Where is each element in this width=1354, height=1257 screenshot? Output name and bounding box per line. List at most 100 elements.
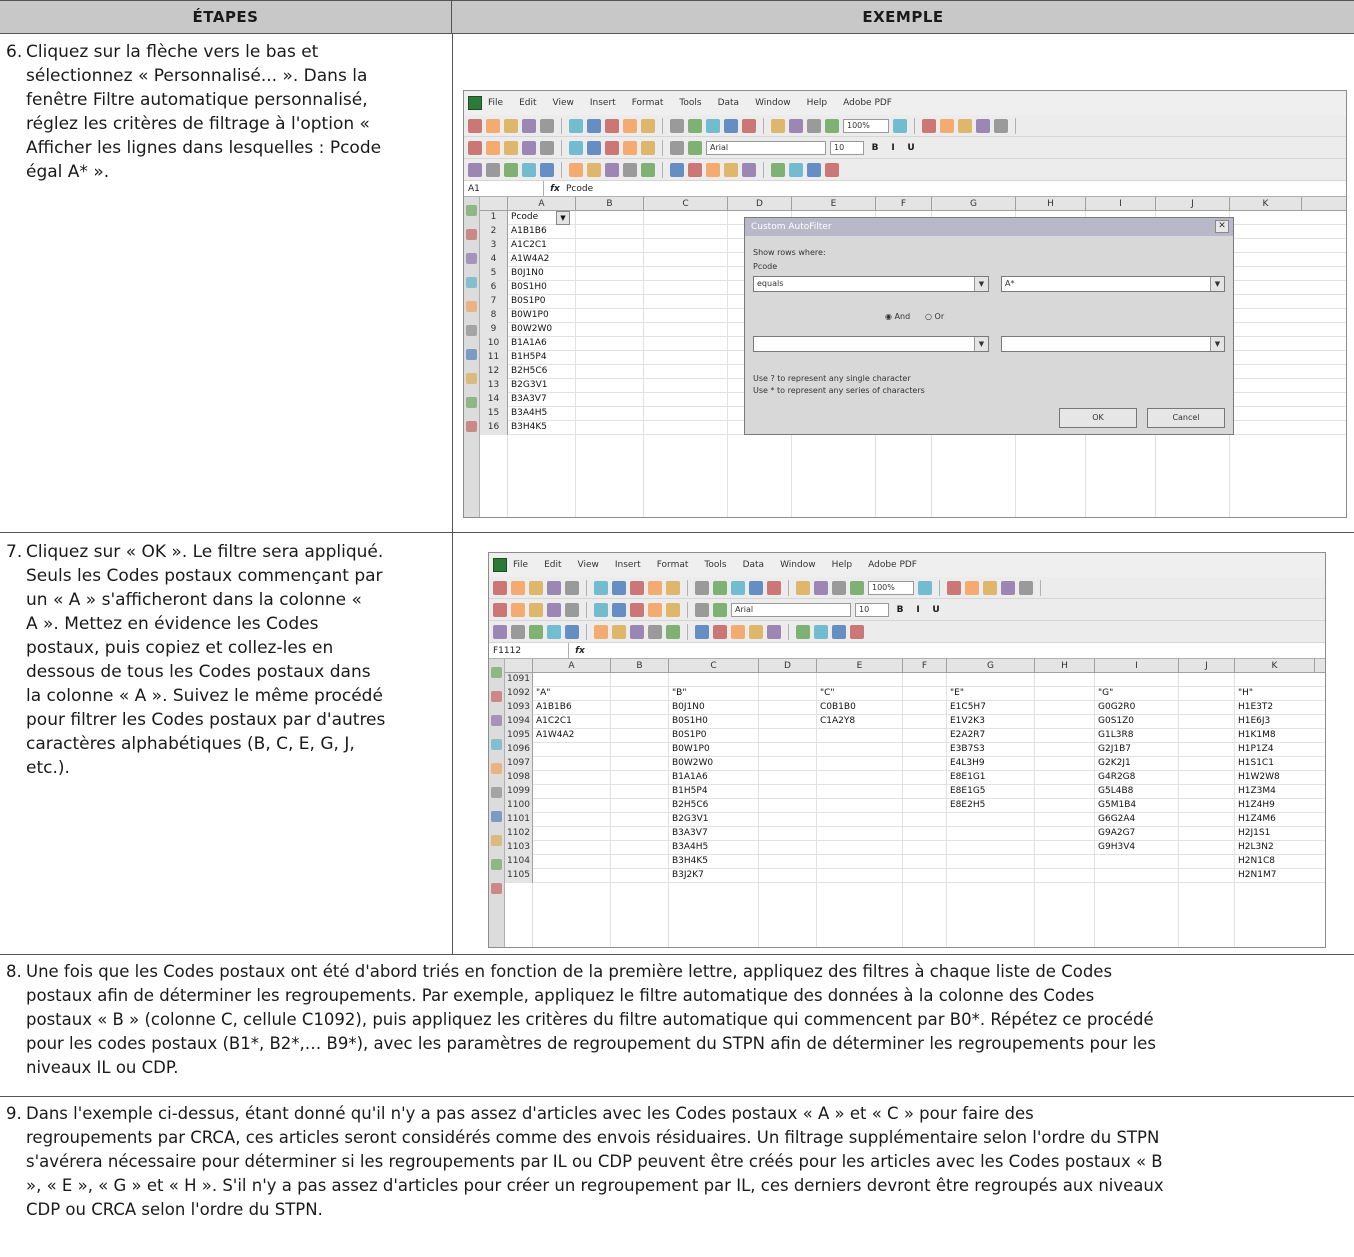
row-header[interactable]: 16 (480, 421, 508, 435)
toolbar-button-icon[interactable] (569, 140, 583, 155)
cell-g[interactable]: E3B7S3 (947, 743, 1035, 757)
cell-e[interactable] (817, 673, 903, 687)
task-pane-icon[interactable] (491, 691, 502, 702)
cell-a[interactable]: A1B1B6 (533, 701, 611, 715)
value-combo-1[interactable]: A* ▼ (1001, 276, 1225, 292)
cell-k[interactable]: H1K1M8 (1235, 729, 1315, 743)
toolbar-button-icon[interactable] (922, 118, 936, 133)
toolbar-button-icon[interactable] (706, 118, 720, 133)
row-header[interactable]: 4 (480, 253, 508, 267)
menu-data[interactable]: Data (743, 560, 765, 570)
cell-i[interactable]: G4R2G8 (1095, 771, 1179, 785)
menu-data[interactable]: Data (718, 98, 740, 108)
toolbar-button-icon[interactable] (594, 624, 608, 639)
toolbar-button-icon[interactable] (994, 118, 1008, 133)
cell-g[interactable]: E1C5H7 (947, 701, 1035, 715)
autofilter-dropdown-icon[interactable]: ▼ (556, 211, 570, 225)
menu-edit[interactable]: Edit (544, 560, 561, 570)
cell-a[interactable]: B0W1P0 (508, 309, 576, 323)
cell-c[interactable]: B2G3V1 (669, 813, 759, 827)
row-header[interactable]: 1096 (505, 743, 533, 757)
toolbar-button-icon[interactable] (547, 624, 561, 639)
toolbar-button-icon[interactable] (713, 624, 727, 639)
toolbar-button-icon[interactable] (540, 162, 554, 177)
row-header[interactable]: 1094 (505, 715, 533, 729)
cell-a[interactable] (533, 841, 611, 855)
toolbar-button-icon[interactable] (648, 580, 662, 595)
toolbar-button-icon[interactable] (688, 140, 702, 155)
cell-c[interactable]: B0S1H0 (669, 715, 759, 729)
task-pane-icon[interactable] (491, 763, 502, 774)
toolbar-button-icon[interactable] (976, 118, 990, 133)
operator-combo-2[interactable]: ▼ (753, 336, 989, 352)
toolbar-button-icon[interactable] (587, 118, 601, 133)
toolbar-button-icon[interactable] (767, 624, 781, 639)
menu-file[interactable]: File (488, 98, 503, 108)
toolbar-button-icon[interactable] (666, 580, 680, 595)
menu-help[interactable]: Help (832, 560, 853, 570)
and-radio[interactable]: ◉ And (885, 312, 910, 321)
row-header[interactable]: 12 (480, 365, 508, 379)
menu-adobe-pdf[interactable]: Adobe PDF (868, 560, 917, 570)
task-pane-icon[interactable] (466, 301, 477, 312)
cell-e[interactable] (817, 785, 903, 799)
column-header-h[interactable]: H (1035, 659, 1095, 672)
toolbar-button-icon[interactable] (565, 580, 579, 595)
menu-insert[interactable]: Insert (590, 98, 616, 108)
cell-e[interactable]: "C" (817, 687, 903, 701)
toolbar-button-icon[interactable] (666, 624, 680, 639)
toolbar-button-icon[interactable] (569, 162, 583, 177)
toolbar-button-icon[interactable] (796, 624, 810, 639)
toolbar-button-icon[interactable] (724, 118, 738, 133)
cell-c[interactable]: B1A1A6 (669, 771, 759, 785)
toolbar-button-icon[interactable] (958, 118, 972, 133)
row-header[interactable]: 1098 (505, 771, 533, 785)
zoom-select[interactable]: 100% (868, 580, 914, 595)
menu-format[interactable]: Format (632, 98, 664, 108)
toolbar-button-icon[interactable] (648, 602, 662, 617)
cell-g[interactable]: E1V2K3 (947, 715, 1035, 729)
cell-a[interactable]: B0W2W0 (508, 323, 576, 337)
toolbar-button-icon[interactable] (789, 162, 803, 177)
toolbar-button-icon[interactable] (623, 118, 637, 133)
toolbar-button-icon[interactable] (965, 580, 979, 595)
toolbar-button-icon[interactable] (468, 118, 482, 133)
cell-c[interactable]: B2H5C6 (669, 799, 759, 813)
toolbar-button-icon[interactable] (918, 580, 932, 595)
cell-e[interactable] (817, 757, 903, 771)
toolbar-button-icon[interactable] (731, 624, 745, 639)
bold-icon[interactable]: B (893, 603, 907, 617)
column-header-g[interactable]: G (932, 197, 1016, 210)
cell-k[interactable] (1235, 673, 1315, 687)
column-header-e[interactable]: E (817, 659, 903, 672)
toolbar-button-icon[interactable] (565, 602, 579, 617)
row-header[interactable]: 8 (480, 309, 508, 323)
cancel-button[interactable]: Cancel (1147, 408, 1225, 428)
font-size-select[interactable]: 10 (855, 602, 889, 617)
chevron-down-icon[interactable]: ▼ (1210, 277, 1224, 291)
cell-e[interactable] (817, 743, 903, 757)
task-pane-icon[interactable] (466, 229, 477, 240)
cell-k[interactable]: H1W2W8 (1235, 771, 1315, 785)
toolbar-button-icon[interactable] (832, 580, 846, 595)
column-header-b[interactable]: B (611, 659, 669, 672)
toolbar-button-icon[interactable] (540, 118, 554, 133)
toolbar-button-icon[interactable] (814, 624, 828, 639)
cell-g[interactable]: "E" (947, 687, 1035, 701)
task-pane-icon[interactable] (466, 421, 477, 432)
operator-combo-1[interactable]: equals ▼ (753, 276, 989, 292)
toolbar-button-icon[interactable] (605, 118, 619, 133)
column-header-f[interactable]: F (903, 659, 947, 672)
row-header[interactable]: 6 (480, 281, 508, 295)
toolbar-button-icon[interactable] (1019, 580, 1033, 595)
menu-tools[interactable]: Tools (679, 98, 701, 108)
name-box[interactable]: F1112 (489, 643, 569, 658)
menu-view[interactable]: View (578, 560, 599, 570)
cell-i[interactable]: G9H3V4 (1095, 841, 1179, 855)
row-header[interactable]: 1093 (505, 701, 533, 715)
cell-e[interactable]: C0B1B0 (817, 701, 903, 715)
cell-a[interactable]: B1H5P4 (508, 351, 576, 365)
toolbar-button-icon[interactable] (569, 118, 583, 133)
cell-e[interactable] (817, 729, 903, 743)
cell-k[interactable]: H2N1C8 (1235, 855, 1315, 869)
